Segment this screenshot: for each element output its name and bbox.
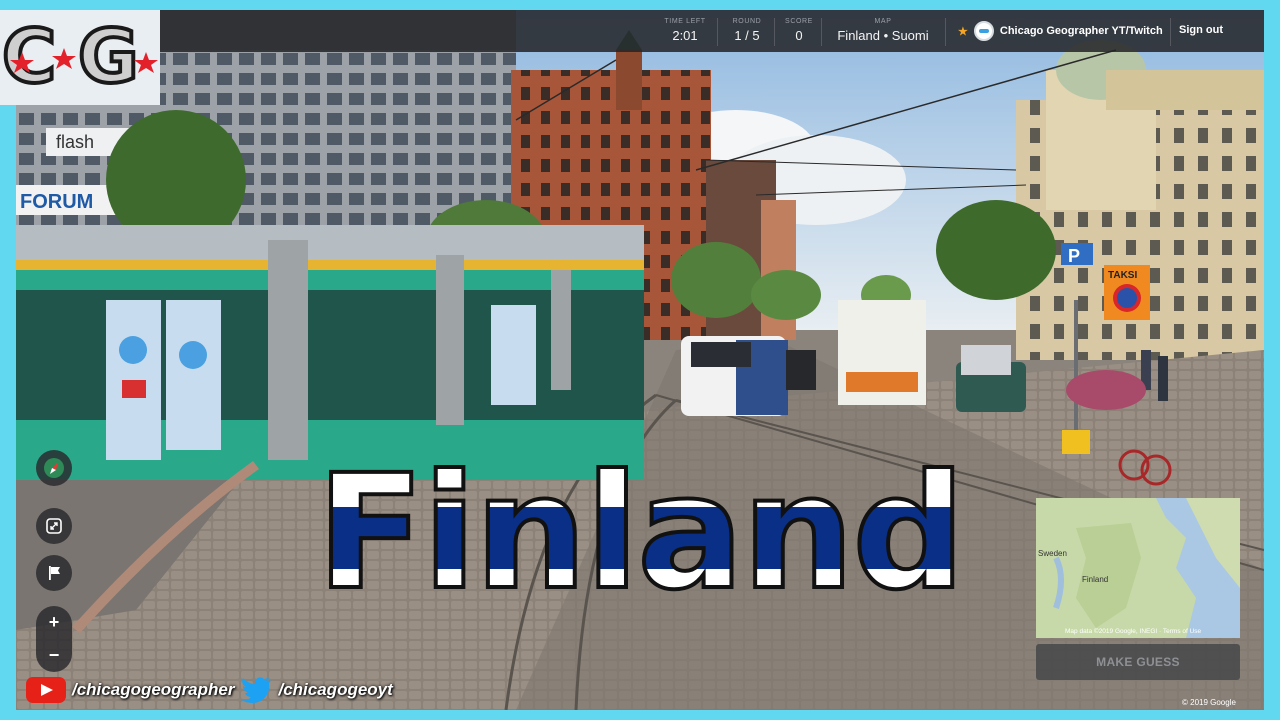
zoom-in-button[interactable]: + — [36, 606, 72, 639]
social-handles: /chicagogeographer /chicagogeoyt — [26, 676, 393, 704]
fullscreen-icon — [46, 518, 62, 534]
map-value: Finland • Suomi — [837, 28, 929, 43]
country-title-overlay: Finland Finland — [315, 439, 968, 627]
svg-text:C: C — [2, 14, 56, 100]
return-to-start-button[interactable] — [36, 555, 72, 591]
star-icon: ★ — [958, 25, 968, 38]
game-status-bar: TIME LEFT 2:01 ROUND 1 / 5 SCORE 0 MAP F… — [160, 10, 1264, 52]
finland-flag-text: Finland Finland — [315, 439, 968, 627]
username[interactable]: Chicago Geographer YT/Twitch — [1000, 25, 1163, 37]
divider — [774, 18, 775, 46]
youtube-icon — [26, 677, 66, 703]
divider — [717, 18, 718, 46]
map-credit: Map data ©2019 Google, INEGI · Terms of … — [1065, 628, 1202, 635]
divider — [821, 18, 822, 46]
channel-logo: C G — [0, 10, 160, 105]
time-left-label: TIME LEFT — [664, 18, 706, 25]
svg-text:TAKSI: TAKSI — [1108, 270, 1137, 281]
map-stat: MAP Finland • Suomi — [826, 10, 940, 52]
guess-minimap[interactable]: Sweden Finland — [1036, 498, 1240, 638]
svg-text:FORUM: FORUM — [20, 191, 93, 213]
svg-text:G: G — [78, 14, 139, 100]
user-profile[interactable]: ★ Chicago Geographer YT/Twitch — [958, 21, 1163, 41]
compass-icon — [44, 458, 64, 478]
time-left-value: 2:01 — [672, 28, 698, 43]
cg-logo-icon: C G — [0, 12, 158, 102]
map-label: MAP — [874, 18, 892, 25]
divider — [1170, 18, 1171, 46]
fullscreen-button[interactable] — [36, 508, 72, 544]
map-canvas: Sweden Finland — [1036, 498, 1240, 638]
sign-out-link[interactable]: Sign out — [1179, 24, 1223, 36]
twitter-icon — [241, 677, 271, 703]
round-stat: ROUND 1 / 5 — [722, 10, 772, 52]
overlay-title-text: Finland — [318, 447, 963, 597]
flash-sign: flash — [56, 132, 94, 152]
make-guess-button[interactable]: MAKE GUESS — [1036, 644, 1240, 680]
flag-icon — [49, 566, 60, 580]
youtube-handle: /chicagogeographer — [72, 680, 235, 699]
avatar[interactable] — [973, 21, 994, 41]
twitter-handle: /chicagogeoyt — [278, 680, 393, 699]
compass-button[interactable] — [36, 450, 72, 486]
divider — [945, 18, 946, 46]
time-left-stat: TIME LEFT 2:01 — [655, 10, 715, 52]
score-stat: SCORE 0 — [779, 10, 819, 52]
score-label: SCORE — [785, 18, 813, 25]
map-label-sweden: Sweden — [1038, 549, 1067, 558]
round-value: 1 / 5 — [734, 28, 760, 43]
svg-text:P: P — [1068, 246, 1080, 266]
map-label-finland: Finland — [1082, 575, 1108, 584]
google-copyright: © 2019 Google — [1182, 698, 1236, 707]
round-label: ROUND — [732, 18, 762, 25]
zoom-control[interactable]: + − — [36, 606, 72, 672]
zoom-out-button[interactable]: − — [36, 639, 72, 672]
score-value: 0 — [795, 28, 803, 43]
